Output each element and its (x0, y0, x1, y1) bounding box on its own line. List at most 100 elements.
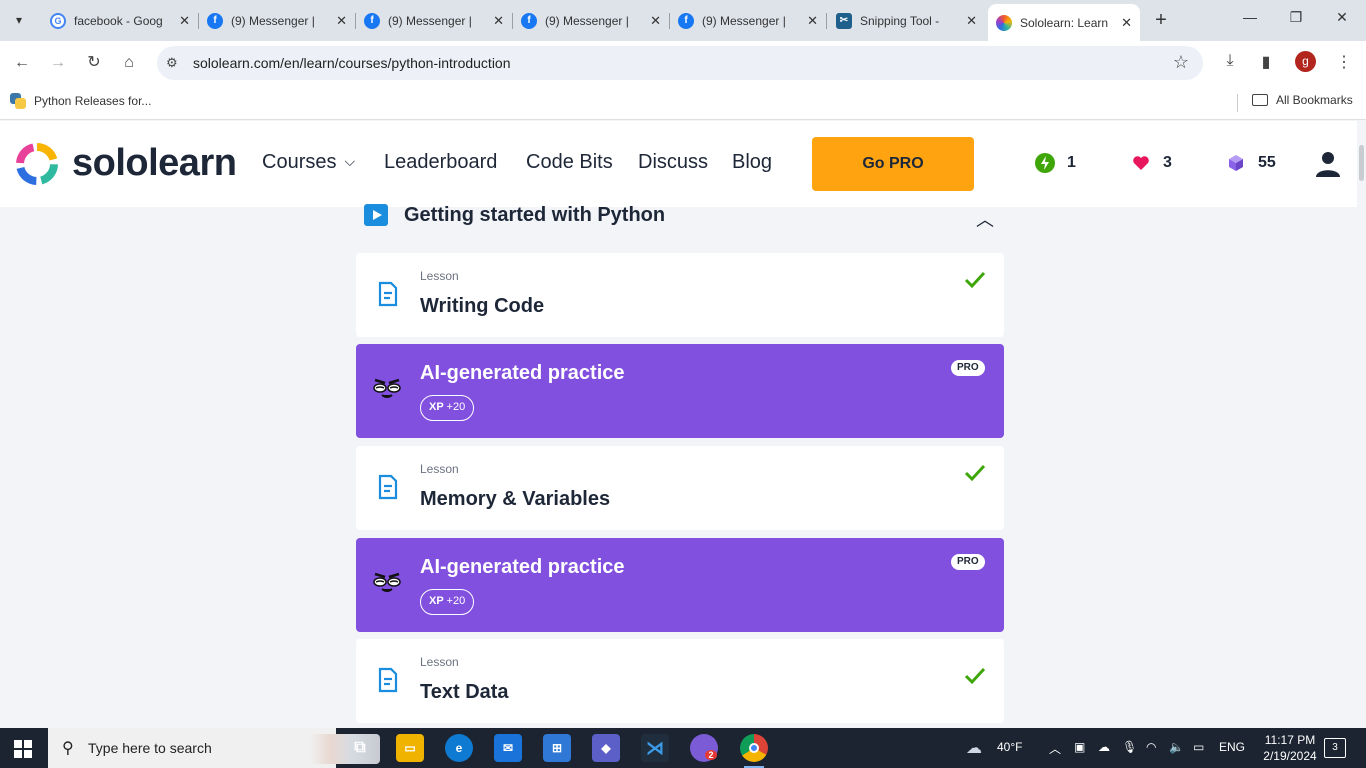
divider (1237, 94, 1238, 112)
microsoft-store-icon[interactable]: ⊞ (543, 734, 571, 762)
browser-tab[interactable]: ✂ Snipping Tool - ✕ (828, 6, 985, 35)
nav-code-bits[interactable]: Code Bits (526, 151, 613, 174)
app-badge: 2 (705, 750, 717, 760)
xp-label: XP (429, 595, 444, 607)
close-tab-icon[interactable]: ✕ (1121, 15, 1132, 31)
address-bar[interactable]: ⚙ sololearn.com/en/learn/courses/python-… (157, 46, 1203, 80)
site-info-icon[interactable]: ⚙ (166, 55, 178, 71)
menu-kebab-icon[interactable]: ⋮ (1333, 52, 1355, 72)
sololearn-logo-text[interactable]: sololearn (72, 142, 237, 185)
lesson-type-label: Lesson (420, 269, 459, 283)
taskbar-search[interactable]: ⚲ Type here to search (48, 728, 380, 768)
ai-practice-card[interactable]: AI-generated practice XP +20 PRO (356, 538, 1004, 632)
hearts-counter[interactable]: 3 (1131, 153, 1172, 173)
onedrive-icon[interactable]: ☁ (1098, 740, 1110, 754)
all-bookmarks-button[interactable]: All Bookmarks (1252, 93, 1353, 107)
vscode-icon[interactable]: ⋊ (641, 734, 669, 762)
windows-taskbar: ⚲ Type here to search ⧉ ▭ e ✉ ⊞ ◆ ⋊ 2 ☁ … (0, 728, 1366, 768)
pro-badge: PRO (951, 554, 985, 570)
download-icon[interactable]: ⤓ (1219, 52, 1241, 70)
go-pro-button[interactable]: Go PRO (812, 137, 974, 191)
close-tab-icon[interactable]: ✕ (336, 13, 347, 29)
nav-discuss[interactable]: Discuss (638, 151, 708, 174)
browser-tab[interactable]: f (9) Messenger | ✕ (356, 6, 513, 35)
back-button[interactable]: ← (11, 52, 33, 74)
user-profile-icon[interactable] (1316, 151, 1340, 177)
system-clock[interactable]: 11:17 PM 2/19/2024 (1256, 732, 1324, 764)
home-button[interactable]: ⌂ (118, 52, 140, 74)
close-window-button[interactable]: ✕ (1322, 9, 1362, 26)
close-tab-icon[interactable]: ✕ (179, 13, 190, 29)
browser-toolbar: ← → ↻ ⌂ ⚙ sololearn.com/en/learn/courses… (0, 41, 1366, 85)
close-tab-icon[interactable]: ✕ (807, 13, 818, 29)
sololearn-logo-icon[interactable] (15, 142, 59, 186)
url-text[interactable]: sololearn.com/en/learn/courses/python-in… (193, 55, 511, 71)
nav-blog[interactable]: Blog (732, 151, 772, 174)
gems-counter[interactable]: 55 (1226, 153, 1276, 173)
ai-practice-card[interactable]: AI-generated practice XP +20 PRO (356, 344, 1004, 438)
weather-cloud-icon[interactable]: ☁ (966, 738, 982, 758)
show-hidden-icons-chevron[interactable]: ︿ (1049, 740, 1061, 757)
microphone-icon[interactable]: 🎙 (1122, 740, 1137, 754)
close-tab-icon[interactable]: ✕ (493, 13, 504, 29)
weather-temp[interactable]: 40°F (997, 740, 1022, 754)
clock-time: 11:17 PM (1264, 733, 1316, 747)
facebook-icon: f (521, 12, 537, 29)
lesson-card[interactable]: Lesson Memory & Variables (356, 446, 1004, 530)
browser-tab[interactable]: G facebook - Goog ✕ (42, 6, 199, 35)
xp-value: +20 (446, 401, 466, 413)
browser-tab[interactable]: f (9) Messenger | ✕ (199, 6, 356, 35)
bookmark-python-releases[interactable]: Python Releases for... (10, 93, 151, 109)
new-tab-button[interactable]: + (1150, 9, 1172, 32)
scrollbar-thumb[interactable] (1359, 145, 1364, 181)
windows-start-icon[interactable] (14, 740, 32, 758)
bookmark-star-icon[interactable]: ☆ (1173, 52, 1189, 73)
practice-title: AI-generated practice (420, 362, 625, 384)
tab-title: Snipping Tool - (860, 13, 940, 28)
profile-avatar[interactable]: g (1295, 51, 1316, 72)
heart-icon (1131, 153, 1151, 173)
page-scrollbar[interactable] (1357, 121, 1366, 728)
module-header[interactable]: Getting started with Python ︿ (356, 200, 1004, 232)
mail-icon[interactable]: ✉ (494, 734, 522, 762)
reload-button[interactable]: ↻ (83, 52, 105, 74)
browser-tab[interactable]: f (9) Messenger | ✕ (513, 6, 670, 35)
wifi-icon[interactable]: ◠ (1146, 740, 1156, 754)
battery-icon[interactable]: ▭ (1193, 740, 1204, 754)
copilot-app-icon[interactable]: ◆ (592, 734, 620, 762)
nav-leaderboard[interactable]: Leaderboard (384, 151, 497, 174)
minimize-button[interactable]: — (1230, 9, 1270, 25)
lesson-card[interactable]: Lesson Text Data (356, 639, 1004, 723)
tab-title: (9) Messenger | (702, 13, 786, 28)
browser-tab-active[interactable]: Sololearn: Learn ✕ (988, 4, 1140, 41)
play-icon (364, 204, 388, 226)
notification-center-icon[interactable]: 3 (1324, 738, 1346, 758)
lesson-document-icon (378, 667, 398, 693)
forward-button[interactable]: → (47, 52, 69, 74)
tab-search-button[interactable]: ▾ (6, 8, 32, 32)
gem-cube-icon (1226, 153, 1246, 173)
lesson-card[interactable]: Lesson Writing Code (356, 253, 1004, 337)
hearts-count: 3 (1163, 154, 1172, 171)
site-header: sololearn Courses ⌵ Leaderboard Code Bits… (0, 121, 1357, 207)
side-panel-icon[interactable]: ▮ (1255, 52, 1277, 72)
chevron-up-icon[interactable]: ︿ (976, 206, 994, 232)
chrome-icon[interactable] (740, 734, 768, 768)
restore-button[interactable]: ❐ (1276, 9, 1316, 26)
sololearn-icon (996, 14, 1012, 31)
edge-icon[interactable]: e (445, 734, 473, 762)
volume-icon[interactable]: 🔈 (1169, 740, 1184, 754)
file-explorer-icon[interactable]: ▭ (396, 734, 424, 762)
streak-counter[interactable]: 1 (1035, 153, 1076, 173)
close-tab-icon[interactable]: ✕ (966, 13, 977, 29)
close-tab-icon[interactable]: ✕ (650, 13, 661, 29)
task-view-icon[interactable]: ⧉ (346, 734, 374, 762)
bookmarks-bar: Python Releases for... All Bookmarks (0, 85, 1366, 120)
meet-now-icon[interactable]: ▣ (1074, 740, 1085, 754)
chat-app-icon[interactable]: 2 (690, 734, 718, 762)
facebook-icon: f (678, 12, 694, 29)
nav-courses[interactable]: Courses ⌵ (262, 151, 355, 174)
language-indicator[interactable]: ENG (1219, 740, 1245, 754)
browser-tab[interactable]: f (9) Messenger | ✕ (670, 6, 827, 35)
lesson-type-label: Lesson (420, 655, 459, 669)
